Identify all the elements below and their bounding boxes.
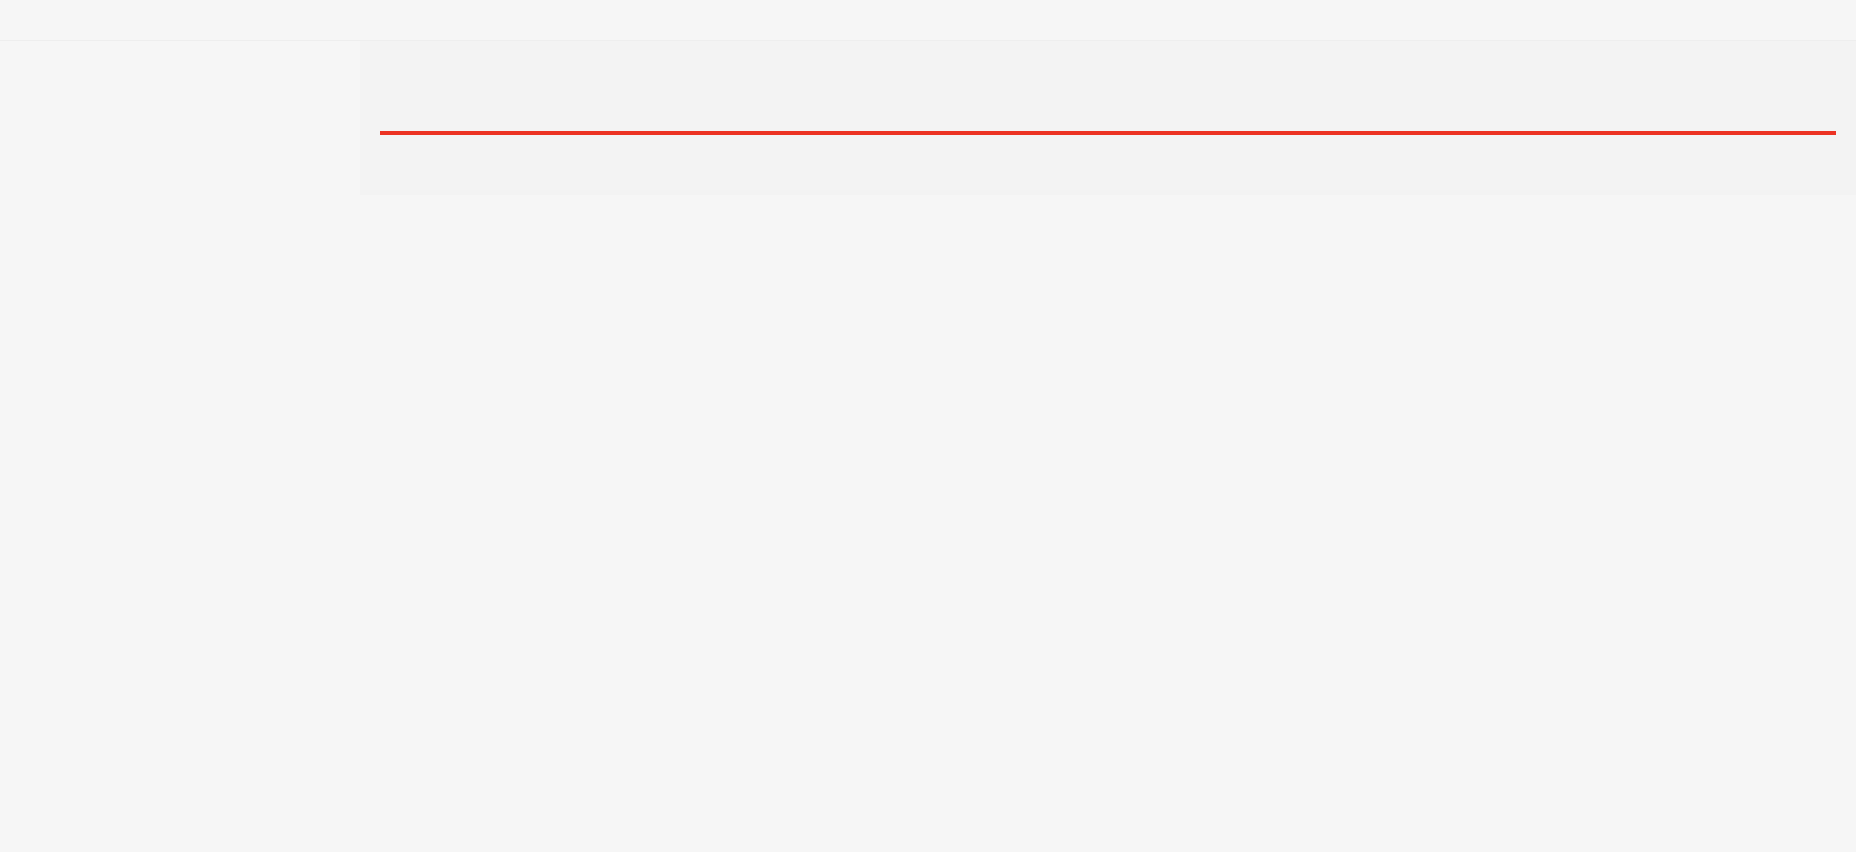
- console-highlight-box: [380, 131, 1836, 135]
- main-content: [360, 41, 1856, 851]
- breadcrumb: [0, 0, 1856, 41]
- left-sidebar: [0, 41, 360, 851]
- console-output[interactable]: [360, 41, 1856, 195]
- page-body: [0, 41, 1856, 851]
